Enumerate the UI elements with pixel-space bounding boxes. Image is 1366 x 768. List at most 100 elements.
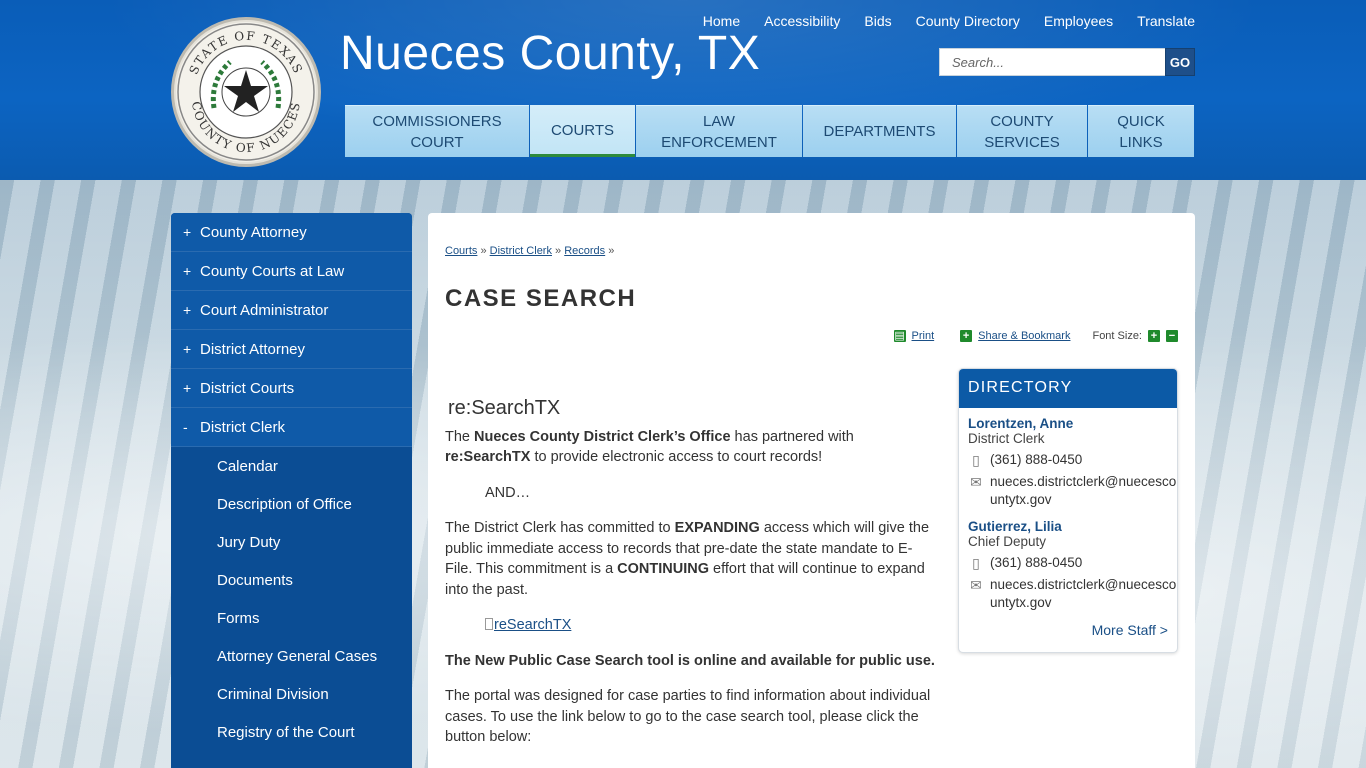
main-nav: COMMISSIONERS COURT COURTS LAW ENFORCEMENT…	[345, 105, 1195, 157]
paragraph-and: AND…	[485, 484, 531, 501]
text-bold: CONTINUING	[617, 561, 710, 577]
article-body: re:SearchTX The Nueces County District C…	[445, 398, 938, 763]
sidebar-item-label: District Courts	[200, 379, 295, 397]
paragraph-intro: The Nueces County District Clerk’s Offic…	[445, 427, 938, 468]
text-bold: Nueces County District Clerk’s Office	[474, 428, 731, 445]
email-address[interactable]: nueces.districtclerk@nuecesco untytx.gov	[990, 473, 1176, 509]
util-link-home[interactable]: Home	[703, 13, 740, 29]
broken-image-icon	[485, 618, 493, 630]
person-name-link[interactable]: Gutierrez, Lilia	[968, 519, 1168, 534]
paragraph-portal: The portal was designed for case parties…	[445, 688, 931, 745]
directory-title: DIRECTORY	[959, 369, 1177, 408]
sidebar-item-district-attorney[interactable]: + District Attorney	[171, 330, 412, 369]
text: has partnered with	[730, 428, 854, 445]
phone-number: (361) 888-0450	[990, 452, 1083, 467]
directory-person: Lorentzen, Anne District Clerk ▯ (361) 88…	[968, 416, 1176, 509]
email-address[interactable]: nueces.districtclerk@nuecesco untytx.gov	[990, 576, 1176, 612]
phone-icon: ▯	[972, 452, 980, 468]
breadcrumb-district-clerk[interactable]: District Clerk	[490, 245, 552, 257]
sidebar-item-label: District Clerk	[200, 418, 285, 436]
share-icon[interactable]: +	[960, 330, 973, 342]
person-role: Chief Deputy	[968, 534, 1047, 549]
email-part: untytx.gov	[990, 492, 1052, 507]
email-part: nueces.districtclerk@nuecesco	[990, 577, 1177, 592]
print-icon[interactable]: ▤	[893, 330, 906, 342]
sidebar-item-court-administrator[interactable]: + Court Administrator	[171, 291, 412, 330]
more-staff-link[interactable]: More Staff >	[968, 622, 1168, 638]
seal-graphic: STATE OF TEXAS COUNTY OF NUECES	[177, 23, 315, 161]
utility-nav: Home Accessibility Bids County Directory…	[703, 13, 1195, 29]
expand-icon: +	[183, 263, 192, 279]
directory-person: Gutierrez, Lilia Chief Deputy ▯ (361) 888…	[968, 519, 1176, 612]
sidebar-item-county-courts-at-law[interactable]: + County Courts at Law	[171, 252, 412, 291]
nav-quick-links[interactable]: QUICK LINKS	[1088, 105, 1194, 157]
sidebar-subitem-documents[interactable]: Documents	[171, 561, 412, 599]
sidebar-item-label: Court Administrator	[200, 301, 329, 319]
page-tools: ▤ Print + Share & Bookmark Font Size: + …	[893, 330, 1178, 342]
text-bold: The New Public Case Search tool is onlin…	[445, 652, 935, 669]
search-go-button[interactable]: GO	[1165, 48, 1195, 76]
nav-commissioners-court[interactable]: COMMISSIONERS COURT	[345, 105, 529, 157]
site-title[interactable]: Nueces County, TX	[340, 26, 760, 81]
nav-departments[interactable]: DEPARTMENTS	[803, 105, 956, 157]
breadcrumb-records[interactable]: Records	[564, 245, 605, 257]
research-tx-image-link[interactable]: reSearchTX	[485, 615, 938, 636]
font-size-label: Font Size:	[1092, 330, 1142, 342]
email-part: untytx.gov	[990, 595, 1052, 610]
sidebar-subitem-registry-of-the-court[interactable]: Registry of the Court	[171, 713, 412, 751]
site-header: STATE OF TEXAS COUNTY OF NUECES Nueces C…	[0, 0, 1366, 180]
expand-icon: +	[183, 302, 192, 318]
sidebar-subitem-criminal-division[interactable]: Criminal Division	[171, 675, 412, 713]
util-link-bids[interactable]: Bids	[864, 13, 891, 29]
main-content: Courts » District Clerk » Records » CASE…	[428, 213, 1195, 768]
expand-icon: +	[183, 380, 192, 396]
phone-icon: ▯	[972, 555, 980, 571]
nav-county-services[interactable]: COUNTY SERVICES	[957, 105, 1087, 157]
sidebar-item-label: County Attorney	[200, 223, 307, 241]
phone-line: ▯ (361) 888-0450	[968, 554, 1168, 572]
sidebar-subitem-calendar[interactable]: Calendar	[171, 447, 412, 485]
research-tx-link[interactable]: reSearchTX	[494, 617, 571, 633]
util-link-translate[interactable]: Translate	[1137, 13, 1195, 29]
sidebar-item-county-attorney[interactable]: + County Attorney	[171, 213, 412, 252]
email-part: nueces.districtclerk@nuecesco	[990, 474, 1177, 489]
article-heading: re:SearchTX	[448, 397, 561, 419]
email-line[interactable]: ✉ nueces.districtclerk@nuecesco untytx.gov	[968, 576, 1176, 612]
nav-courts[interactable]: COURTS	[530, 105, 635, 157]
font-decrease-icon[interactable]: −	[1166, 330, 1178, 342]
collapse-icon: -	[183, 419, 188, 435]
email-line[interactable]: ✉ nueces.districtclerk@nuecesco untytx.gov	[968, 473, 1176, 509]
page-title: CASE SEARCH	[445, 285, 637, 312]
util-link-accessibility[interactable]: Accessibility	[764, 13, 840, 29]
sidebar-item-district-courts[interactable]: + District Courts	[171, 369, 412, 408]
font-increase-icon[interactable]: +	[1148, 330, 1160, 342]
text: The District Clerk has committed to	[445, 520, 675, 536]
expand-icon: +	[183, 341, 192, 357]
county-seal-logo[interactable]: STATE OF TEXAS COUNTY OF NUECES	[171, 17, 321, 167]
text-bold: EXPANDING	[674, 520, 760, 536]
sidebar-item-label: District Attorney	[200, 340, 306, 358]
sidebar-subitem-jury-duty[interactable]: Jury Duty	[171, 523, 412, 561]
print-link[interactable]: Print	[912, 330, 935, 342]
breadcrumb-courts[interactable]: Courts	[445, 245, 477, 257]
util-link-employees[interactable]: Employees	[1044, 13, 1113, 29]
sidebar-subitem-forms[interactable]: Forms	[171, 599, 412, 637]
search-input[interactable]: Search...	[939, 48, 1166, 76]
sidebar-subitem-attorney-general-cases[interactable]: Attorney General Cases	[171, 637, 412, 675]
breadcrumb: Courts » District Clerk » Records »	[445, 245, 615, 257]
sidebar-item-label: County Courts at Law	[200, 262, 345, 280]
phone-number: (361) 888-0450	[990, 555, 1083, 570]
util-link-county-directory[interactable]: County Directory	[916, 13, 1020, 29]
email-icon: ✉	[970, 474, 982, 490]
expand-icon: +	[183, 224, 192, 240]
share-bookmark-link[interactable]: Share & Bookmark	[978, 330, 1070, 342]
sidebar-nav: + County Attorney + County Courts at Law +…	[171, 213, 412, 768]
text: The	[445, 428, 475, 445]
person-role: District Clerk	[968, 431, 1045, 446]
directory-widget: DIRECTORY Lorentzen, Anne District Clerk…	[958, 368, 1178, 653]
sidebar-item-district-clerk[interactable]: - District Clerk	[171, 408, 412, 447]
nav-law-enforcement[interactable]: LAW ENFORCEMENT	[636, 105, 802, 157]
paragraph-new-tool: The New Public Case Search tool is onlin…	[445, 651, 938, 672]
person-name-link[interactable]: Lorentzen, Anne	[968, 416, 1168, 431]
sidebar-subitem-description-of-office[interactable]: Description of Office	[171, 485, 412, 523]
